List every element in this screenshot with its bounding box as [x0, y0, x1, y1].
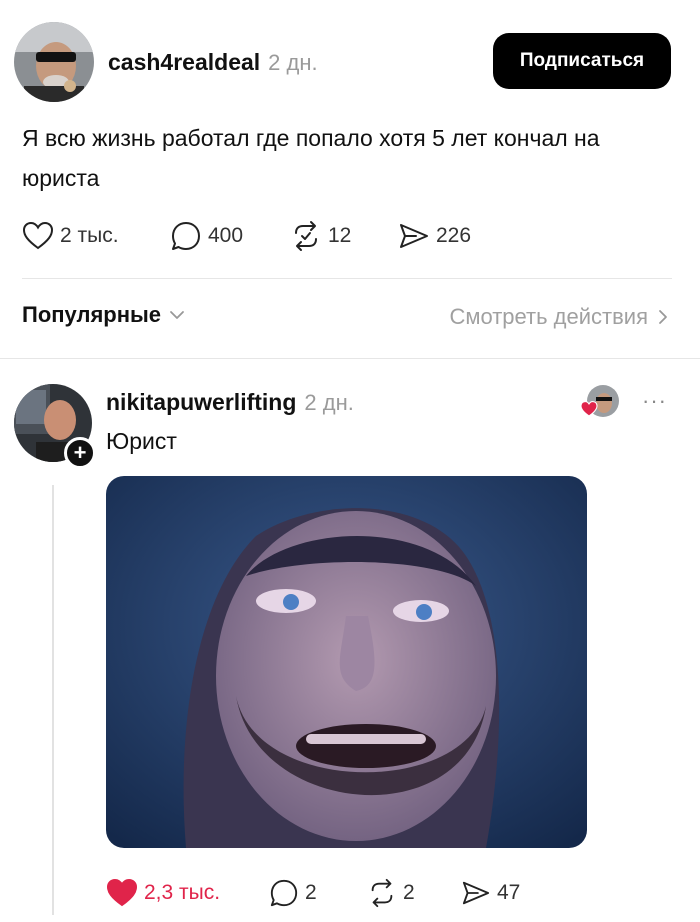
chevron-down-icon — [170, 311, 184, 319]
comment-count: 2 — [305, 881, 317, 904]
reply-image[interactable] — [106, 476, 587, 848]
repost-button[interactable]: 2 — [367, 878, 461, 908]
divider — [22, 278, 672, 279]
comment-icon — [172, 222, 200, 250]
plus-icon: + — [73, 440, 87, 465]
heart-icon — [22, 221, 54, 250]
comment-count: 400 — [208, 224, 244, 247]
more-options-button[interactable]: ··· — [642, 388, 667, 414]
repost-count: 2 — [403, 881, 415, 904]
author-username[interactable]: cash4realdeal — [108, 49, 260, 76]
heart-icon — [106, 878, 138, 907]
reply-text: Юрист — [106, 428, 177, 454]
post-actions: 2 тыс. 400 12 226 — [22, 220, 498, 252]
like-button[interactable]: 2,3 тыс. — [106, 878, 269, 908]
post-text: Я всю жизнь работал где попало хотя 5 ле… — [22, 125, 600, 191]
heart-icon — [580, 401, 598, 417]
follow-button[interactable]: Подписаться — [493, 33, 671, 89]
divider — [0, 358, 700, 359]
author-avatar[interactable] — [14, 22, 94, 102]
reply-username[interactable]: nikitapuwerlifting — [106, 389, 296, 416]
reply-actions: 2,3 тыс. 2 2 47 — [106, 878, 541, 908]
more-icon: ··· — [642, 388, 667, 413]
view-activity-link[interactable]: Смотреть действия — [449, 304, 668, 330]
like-count: 2 тыс. — [60, 224, 119, 247]
follow-plus-button[interactable]: + — [64, 437, 96, 469]
share-icon — [400, 224, 428, 248]
like-count: 2,3 тыс. — [144, 881, 221, 904]
comment-button[interactable]: 400 — [170, 220, 290, 252]
share-count: 47 — [497, 881, 521, 904]
comment-icon — [270, 879, 298, 907]
repost-count: 12 — [328, 224, 352, 247]
chevron-right-icon — [659, 310, 667, 324]
sort-dropdown[interactable]: Популярные — [22, 302, 185, 328]
share-icon — [462, 881, 490, 905]
thread-line — [52, 485, 54, 915]
repost-button[interactable]: 12 — [290, 220, 398, 252]
author-name-row: cash4realdeal 2 дн. — [108, 49, 318, 76]
sort-label: Популярные — [22, 302, 162, 327]
post-time: 2 дн. — [268, 50, 318, 75]
share-button[interactable]: 47 — [461, 879, 541, 907]
reply-time: 2 дн. — [304, 390, 354, 415]
reply-name-row: nikitapuwerlifting 2 дн. — [106, 389, 354, 416]
repost-icon — [371, 878, 393, 908]
share-button[interactable]: 226 — [398, 221, 498, 251]
repost-icon — [295, 221, 317, 251]
view-activity-label: Смотреть действия — [449, 304, 648, 329]
comment-button[interactable]: 2 — [269, 878, 367, 908]
like-button[interactable]: 2 тыс. — [22, 221, 170, 251]
share-count: 226 — [436, 224, 472, 247]
